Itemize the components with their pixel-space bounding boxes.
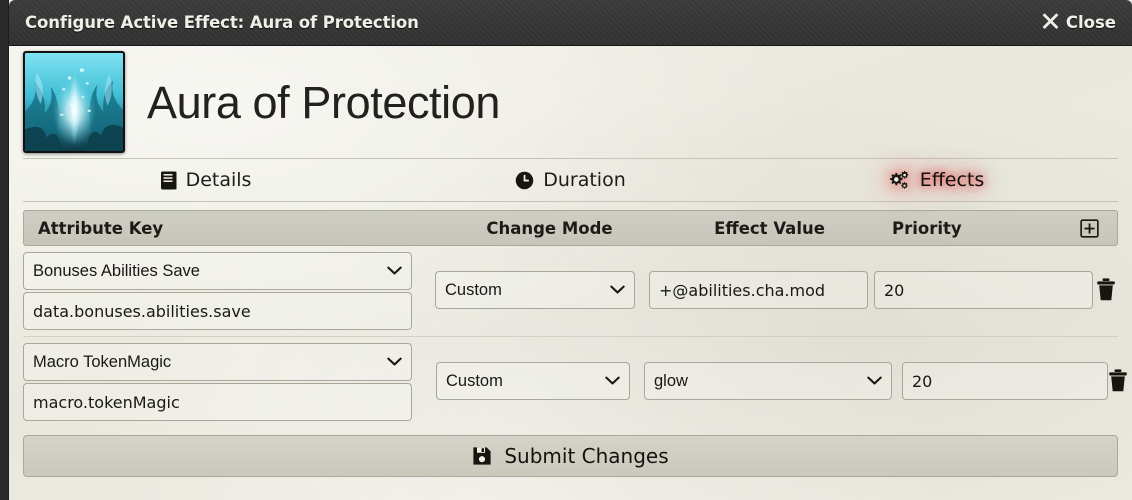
- table-row: Bonuses Abilities Save Custom: [23, 246, 1118, 337]
- attribute-key-cell: Bonuses Abilities Save: [23, 252, 419, 330]
- configure-active-effect-window: Configure Active Effect: Aura of Protect…: [8, 0, 1132, 500]
- effect-value-input[interactable]: [649, 271, 868, 309]
- attribute-key-select[interactable]: Macro TokenMagic: [23, 343, 412, 381]
- attribute-key-select-wrap: Macro TokenMagic: [23, 343, 412, 381]
- window-titlebar: Configure Active Effect: Aura of Protect…: [9, 0, 1132, 46]
- header-attribute-key: Attribute Key: [38, 218, 164, 238]
- change-mode-select[interactable]: Custom: [436, 362, 630, 400]
- close-label: Close: [1065, 13, 1116, 32]
- attribute-key-input[interactable]: [23, 383, 412, 421]
- attribute-key-select[interactable]: Bonuses Abilities Save: [23, 252, 412, 290]
- plus-square-icon[interactable]: [1079, 218, 1099, 238]
- attribute-key-select-wrap: Bonuses Abilities Save: [23, 252, 412, 290]
- effect-value-cell: glow: [644, 362, 892, 400]
- table-row: Macro TokenMagic Custom: [23, 337, 1127, 427]
- effect-icon: [23, 51, 125, 153]
- effect-value-cell: [649, 271, 868, 309]
- tab-bar: Details Duration Effects: [23, 158, 1118, 202]
- header-change-mode: Change Mode: [486, 218, 613, 238]
- priority-cell: [874, 271, 1093, 309]
- tab-effects-label: Effects: [919, 169, 985, 191]
- change-mode-select-wrap: Custom: [435, 271, 635, 309]
- effect-value-select[interactable]: glow: [644, 362, 892, 400]
- header-priority: Priority: [892, 218, 962, 238]
- tab-duration-label: Duration: [543, 169, 626, 191]
- submit-changes-label: Submit Changes: [504, 444, 669, 468]
- book-icon: [160, 171, 177, 190]
- priority-input[interactable]: [874, 271, 1093, 309]
- tab-effects[interactable]: Effects: [753, 159, 1118, 201]
- attribute-key-cell: Macro TokenMagic: [23, 343, 419, 421]
- clock-icon: [515, 171, 534, 190]
- tab-duration[interactable]: Duration: [388, 159, 753, 201]
- save-floppy-icon: [472, 446, 492, 466]
- change-mode-select[interactable]: Custom: [435, 271, 635, 309]
- trash-icon[interactable]: [1096, 278, 1116, 301]
- trash-icon[interactable]: [1108, 369, 1128, 392]
- change-mode-select-wrap: Custom: [436, 362, 630, 400]
- effect-value-select-wrap: glow: [644, 362, 892, 400]
- effect-name: Aura of Protection: [147, 76, 500, 128]
- changes-header-row: Attribute Key Change Mode Effect Value P…: [23, 210, 1118, 246]
- priority-cell: [902, 362, 1108, 400]
- submit-changes-button[interactable]: Submit Changes: [23, 435, 1118, 477]
- close-x-icon: [1042, 12, 1059, 33]
- change-mode-cell: Custom: [435, 271, 635, 309]
- effects-tab-panel: Attribute Key Change Mode Effect Value P…: [9, 202, 1132, 427]
- effect-header: Aura of Protection: [9, 46, 1132, 158]
- header-effect-value: Effect Value: [714, 218, 825, 238]
- attribute-key-input[interactable]: [23, 292, 412, 330]
- tab-details[interactable]: Details: [23, 159, 388, 201]
- tab-details-label: Details: [185, 169, 252, 191]
- priority-input[interactable]: [902, 362, 1108, 400]
- close-button[interactable]: Close: [1042, 12, 1118, 33]
- gears-icon: [887, 170, 911, 190]
- change-mode-cell: Custom: [436, 362, 630, 400]
- window-title: Configure Active Effect: Aura of Protect…: [25, 13, 419, 32]
